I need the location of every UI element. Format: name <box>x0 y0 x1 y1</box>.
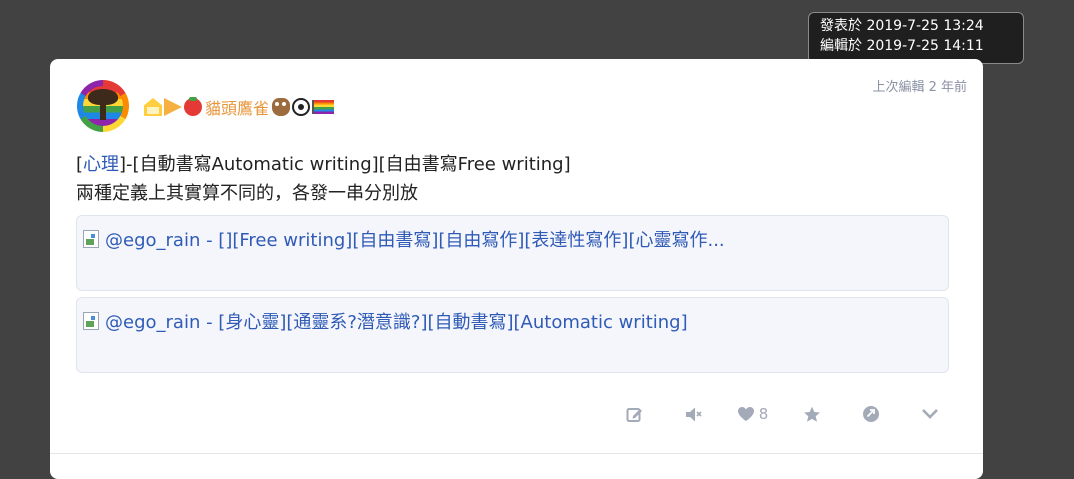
rainbow-flag-icon <box>312 100 335 114</box>
edit-icon <box>626 407 642 422</box>
user-name-row: 貓頭鷹雀 <box>144 95 335 119</box>
bookmark-button[interactable] <box>782 402 841 426</box>
post-body-line: 兩種定義上其實算不同的，各發一串分別放 <box>76 183 418 204</box>
date-tooltip: 發表於 2019-7-25 13:24 編輯於 2019-7-25 14:11 <box>808 12 1024 64</box>
share-icon <box>862 406 879 422</box>
mute-button[interactable] <box>664 402 723 426</box>
divider <box>50 453 983 454</box>
category-link[interactable]: 心理 <box>83 154 119 175</box>
link-preview-1-text[interactable]: @ego_rain - [][Free writing][自由書寫][自由寫作]… <box>105 226 725 252</box>
posted-date: 發表於 2019-7-25 13:24 <box>820 18 984 34</box>
more-button[interactable] <box>900 402 959 426</box>
post-actions: 8 <box>605 402 959 426</box>
post-card: 上次編輯 2 年前 貓頭鷹雀 [心理]-[自動書寫Automatic writi… <box>50 59 983 479</box>
like-button[interactable]: 8 <box>723 402 782 426</box>
owl-emoji-icon <box>272 98 291 116</box>
broken-image-icon <box>83 230 99 248</box>
speaker-icon <box>685 407 702 421</box>
eye-emoji-icon <box>292 98 311 116</box>
broken-image-icon <box>83 312 99 330</box>
username[interactable]: 貓頭鷹雀 <box>205 95 269 119</box>
link-preview-1[interactable]: @ego_rain - [][Free writing][自由書寫][自由寫作]… <box>76 215 949 291</box>
tomato-emoji-icon <box>184 97 202 116</box>
last-edited-label[interactable]: 上次編輯 2 年前 <box>872 76 967 95</box>
pizza-emoji-icon <box>164 98 182 116</box>
cheese-emoji-icon <box>144 98 162 116</box>
chevron-down-icon <box>921 409 938 419</box>
edit-button[interactable] <box>605 402 664 426</box>
avatar[interactable] <box>77 80 129 132</box>
heart-icon <box>737 407 754 421</box>
link-preview-2[interactable]: @ego_rain - [身心靈][通靈系?潛意識?][自動書寫][Automa… <box>76 297 949 373</box>
post-title-line: [心理]-[自動書寫Automatic writing][自由書寫Free wr… <box>76 154 571 175</box>
like-count: 8 <box>758 405 769 423</box>
share-button[interactable] <box>841 402 900 426</box>
edited-date: 編輯於 2019-7-25 14:11 <box>820 38 984 54</box>
star-icon <box>803 406 820 422</box>
post-content: [心理]-[自動書寫Automatic writing][自由書寫Free wr… <box>76 150 571 208</box>
link-preview-2-text[interactable]: @ego_rain - [身心靈][通靈系?潛意識?][自動書寫][Automa… <box>105 308 688 334</box>
